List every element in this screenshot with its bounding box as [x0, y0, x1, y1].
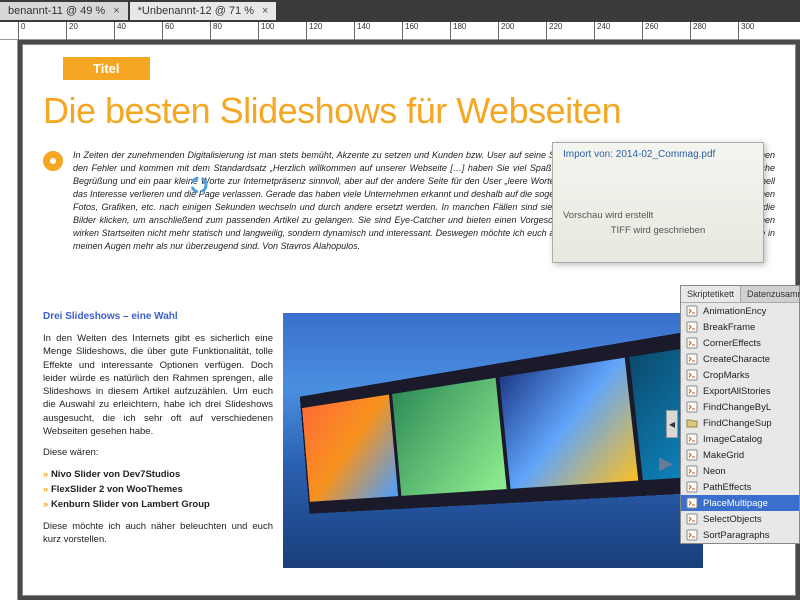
- scripts-panel: Skriptetikett Datenzusamm AnimationEncy B…: [680, 285, 800, 544]
- intro-bullet-icon: [43, 151, 63, 171]
- dialog-status-line: TIFF wird geschrieben: [563, 225, 753, 236]
- panel-tab[interactable]: Datenzusamm: [741, 286, 800, 302]
- script-icon: [685, 401, 699, 413]
- ruler-tick: 60: [162, 22, 174, 40]
- close-icon[interactable]: ×: [113, 5, 119, 17]
- body-paragraph: Diese wären:: [43, 446, 273, 459]
- script-label: SortParagraphs: [703, 530, 770, 541]
- ruler-tick: 100: [258, 22, 274, 40]
- script-item[interactable]: CreateCharacte: [681, 351, 799, 367]
- script-item[interactable]: CornerEffects: [681, 335, 799, 351]
- ruler-tick: 140: [354, 22, 370, 40]
- script-icon: [685, 449, 699, 461]
- script-label: FindChangeSup: [703, 418, 772, 429]
- article-image[interactable]: ▶: [283, 313, 703, 568]
- script-icon: [685, 321, 699, 333]
- script-icon: [685, 529, 699, 541]
- import-progress-dialog: Import von: 2014-02_Commag.pdf Vorschau …: [552, 142, 764, 263]
- script-icon: [685, 481, 699, 493]
- script-item[interactable]: ExportAllStories: [681, 383, 799, 399]
- script-item[interactable]: PathEffects: [681, 479, 799, 495]
- body-paragraph: Diese möchte ich auch näher beleuchten u…: [43, 520, 273, 547]
- play-arrow-icon: ▶: [659, 453, 673, 474]
- title-badge[interactable]: Titel: [63, 57, 150, 80]
- section-subtitle: Drei Slideshows – eine Wahl: [43, 310, 273, 324]
- folder-icon: [685, 417, 699, 429]
- script-item[interactable]: CropMarks: [681, 367, 799, 383]
- ruler-tick: 220: [546, 22, 562, 40]
- script-item[interactable]: Neon: [681, 463, 799, 479]
- script-item[interactable]: BreakFrame: [681, 319, 799, 335]
- ruler-tick: 300: [738, 22, 754, 40]
- script-item[interactable]: ImageCatalog: [681, 431, 799, 447]
- body-column[interactable]: Drei Slideshows – eine Wahl In den Weite…: [43, 310, 273, 554]
- ruler-tick: 260: [642, 22, 658, 40]
- script-icon: [685, 433, 699, 445]
- ruler-tick: 0: [18, 22, 25, 40]
- script-item[interactable]: PlaceMultipage: [681, 495, 799, 511]
- page-headline[interactable]: Die besten Slideshows für Webseiten: [43, 90, 775, 132]
- script-label: ExportAllStories: [703, 386, 771, 397]
- script-item[interactable]: FindChangeByL: [681, 399, 799, 415]
- script-item[interactable]: MakeGrid: [681, 447, 799, 463]
- script-label: FindChangeByL: [703, 402, 771, 413]
- script-label: SelectObjects: [703, 514, 762, 525]
- script-label: Neon: [703, 466, 726, 477]
- ruler-tick: 20: [66, 22, 78, 40]
- busy-cursor-icon: [190, 176, 208, 194]
- close-icon[interactable]: ×: [262, 5, 268, 17]
- panel-tab[interactable]: Skriptetikett: [681, 286, 741, 302]
- panel-expand-arrow-icon[interactable]: ◂: [666, 410, 678, 438]
- body-paragraph: In den Weiten des Internets gibt es sich…: [43, 332, 273, 438]
- document-tab[interactable]: *Unbenannt-12 @ 71 % ×: [130, 2, 277, 20]
- script-icon: [685, 497, 699, 509]
- script-item[interactable]: AnimationEncy: [681, 303, 799, 319]
- script-icon: [685, 513, 699, 525]
- ruler-tick: 200: [498, 22, 514, 40]
- panel-tab-bar: Skriptetikett Datenzusamm: [681, 286, 799, 303]
- dialog-title: Import von: 2014-02_Commag.pdf: [563, 149, 753, 160]
- list-item: Nivo Slider von Dev7Studios: [43, 468, 273, 481]
- script-label: BreakFrame: [703, 322, 755, 333]
- script-icon: [685, 337, 699, 349]
- script-label: PathEffects: [703, 482, 751, 493]
- script-icon: [685, 369, 699, 381]
- tab-label: benannt-11 @ 49 %: [8, 5, 105, 17]
- list-item: Kenburn Slider von Lambert Group: [43, 498, 273, 511]
- scripts-list[interactable]: AnimationEncy BreakFrame CornerEffects Crea…: [681, 303, 799, 543]
- script-icon: [685, 353, 699, 365]
- ruler-tick: 80: [210, 22, 222, 40]
- ruler-tick: 180: [450, 22, 466, 40]
- script-label: ImageCatalog: [703, 434, 762, 445]
- script-icon: [685, 385, 699, 397]
- ruler-tick: 120: [306, 22, 322, 40]
- script-label: MakeGrid: [703, 450, 744, 461]
- script-item[interactable]: FindChangeSup: [681, 415, 799, 431]
- document-tab-bar: benannt-11 @ 49 % × *Unbenannt-12 @ 71 %…: [0, 0, 800, 22]
- script-icon: [685, 305, 699, 317]
- script-label: CropMarks: [703, 370, 749, 381]
- script-item[interactable]: SelectObjects: [681, 511, 799, 527]
- ruler-tick: 40: [114, 22, 126, 40]
- ruler-tick: 280: [690, 22, 706, 40]
- script-icon: [685, 465, 699, 477]
- script-label: AnimationEncy: [703, 306, 766, 317]
- ruler-tick: 160: [402, 22, 418, 40]
- script-label: CornerEffects: [703, 338, 761, 349]
- dialog-status-line: Vorschau wird erstellt: [563, 210, 753, 221]
- slideshow-list: Nivo Slider von Dev7Studios FlexSlider 2 …: [43, 468, 273, 512]
- script-label: CreateCharacte: [703, 354, 770, 365]
- document-tab[interactable]: benannt-11 @ 49 % ×: [0, 2, 128, 20]
- ruler-tick: 240: [594, 22, 610, 40]
- filmstrip-graphic: [300, 315, 703, 513]
- list-item: FlexSlider 2 von WooThemes: [43, 483, 273, 496]
- vertical-ruler: [0, 40, 18, 600]
- tab-label: *Unbenannt-12 @ 71 %: [138, 5, 254, 17]
- horizontal-ruler: 0 20 40 60 80 100 120 140 160 180 200 220 240 260 280 3…: [0, 22, 800, 40]
- script-label: PlaceMultipage: [703, 498, 768, 509]
- script-item[interactable]: SortParagraphs: [681, 527, 799, 543]
